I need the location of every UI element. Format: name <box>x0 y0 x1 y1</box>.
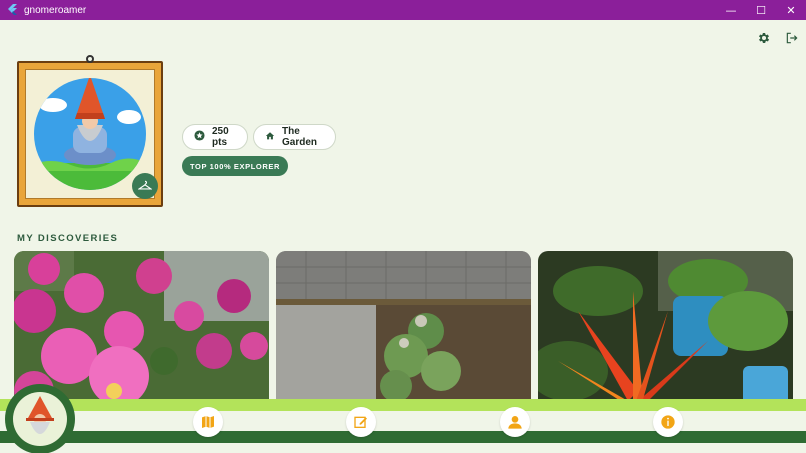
nav-stripe-light <box>0 399 806 411</box>
home-icon <box>265 131 275 144</box>
window-controls: — ☐ ✕ <box>716 0 806 20</box>
location-label: The Garden <box>282 126 318 148</box>
header-actions <box>756 30 800 46</box>
nav-stripe-dark <box>0 431 806 443</box>
nav-stripe-bottom <box>0 443 806 453</box>
hanger-icon[interactable] <box>132 173 158 199</box>
discovery-card[interactable] <box>538 251 793 411</box>
gnome-icon <box>26 396 54 434</box>
star-circle-icon <box>194 130 205 144</box>
close-button[interactable]: ✕ <box>776 0 806 20</box>
points-chip: 250 pts <box>182 124 248 150</box>
discovery-photo-sidewalk-plant <box>276 251 531 411</box>
window-title: gnomeroamer <box>24 4 87 16</box>
logout-icon[interactable] <box>784 30 800 46</box>
location-chip[interactable]: The Garden <box>253 124 336 150</box>
discovery-card[interactable] <box>276 251 531 411</box>
maximize-button[interactable]: ☐ <box>746 0 776 20</box>
gnome-home-inner <box>13 392 67 446</box>
info-icon[interactable] <box>653 407 683 437</box>
person-icon[interactable] <box>500 407 530 437</box>
gnome-home-button[interactable] <box>5 384 75 453</box>
gear-icon[interactable] <box>756 30 772 46</box>
minimize-button[interactable]: — <box>716 0 746 20</box>
map-icon[interactable] <box>193 407 223 437</box>
edit-note-icon[interactable] <box>346 407 376 437</box>
points-label: 250 pts <box>212 126 229 148</box>
flutter-app-icon <box>6 4 18 16</box>
discoveries-section-title: MY DISCOVERIES <box>17 233 119 244</box>
window-title-bar: gnomeroamer — ☐ ✕ <box>0 0 806 20</box>
nav-stripe-mid <box>0 411 806 431</box>
frame-hanger <box>86 55 94 63</box>
bottom-navigation <box>0 399 806 453</box>
discovery-photo-bromeliad <box>538 251 793 411</box>
gnome-avatar <box>34 78 146 190</box>
rank-badge: TOP 100% EXPLORER <box>182 156 288 176</box>
